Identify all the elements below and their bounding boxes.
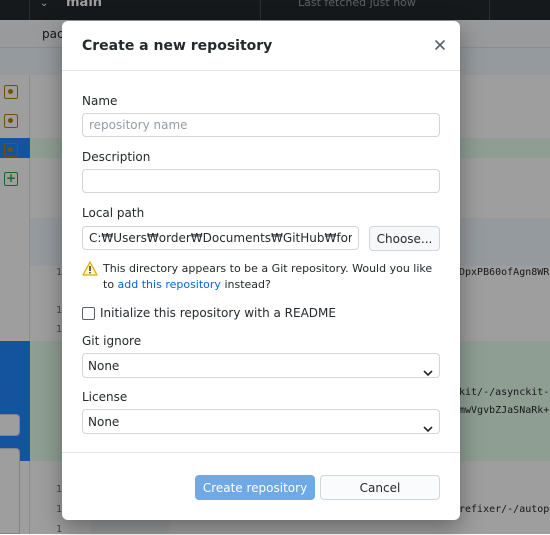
git-ignore-label: Git ignore [82,334,142,348]
repository-name-input[interactable] [82,113,440,137]
chevron-down-icon [423,418,433,433]
license-label: License [82,390,128,404]
choose-button[interactable]: Choose... [369,226,440,251]
name-label: Name [82,94,118,108]
readme-label: Initialize this repository with a README [100,306,336,320]
readme-checkbox[interactable] [82,307,95,320]
warning-text-suffix: instead? [220,278,271,291]
license-value: None [88,415,120,429]
add-this-repository-link[interactable]: add this repository [118,278,221,291]
close-icon[interactable] [432,37,448,53]
chevron-down-icon [423,362,433,377]
warning-icon [82,261,98,276]
description-input[interactable] [82,169,440,193]
create-repository-dialog: Create a new repository Name Description… [62,21,460,520]
dialog-title: Create a new repository [82,38,273,54]
local-path-label: Local path [82,206,145,220]
create-repository-button[interactable]: Create repository [195,475,315,500]
description-label: Description [82,150,151,164]
dialog-header: Create a new repository [62,21,460,71]
repository-warning: This directory appears to be a Git repos… [103,261,443,293]
local-path-input[interactable] [82,226,359,250]
cancel-button[interactable]: Cancel [320,475,440,500]
git-ignore-select[interactable]: None [82,353,440,378]
license-select[interactable]: None [82,409,440,434]
git-ignore-value: None [88,359,120,373]
